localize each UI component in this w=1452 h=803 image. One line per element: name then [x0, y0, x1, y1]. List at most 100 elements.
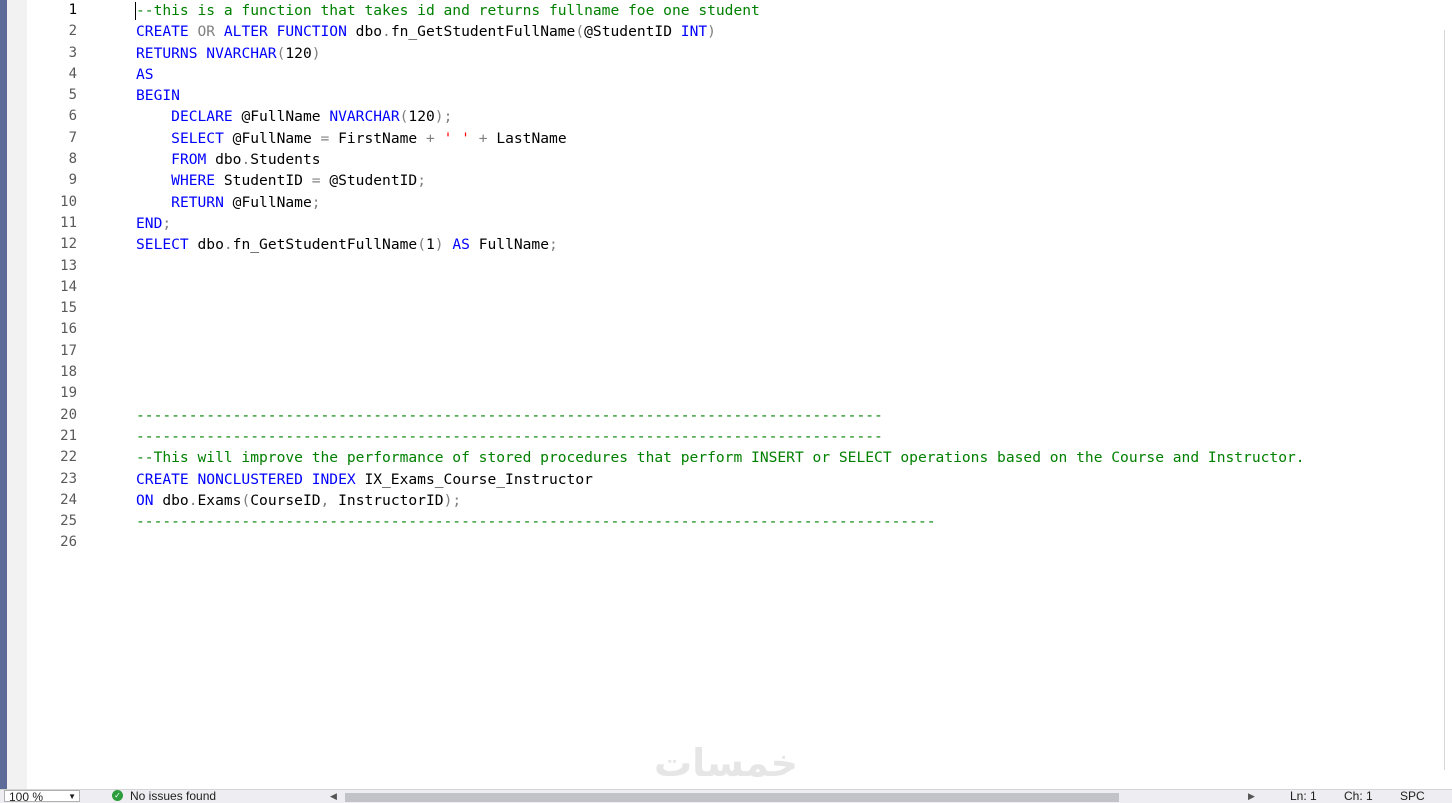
code-line[interactable]: ----------------------------------------…: [136, 426, 1432, 447]
code-token: .: [382, 23, 391, 41]
code-token: dbo: [355, 23, 383, 41]
line-number: 12: [60, 236, 77, 253]
check-circle-icon: ✓: [112, 790, 123, 801]
code-line[interactable]: [136, 362, 1432, 383]
line-number: 22: [60, 449, 77, 466]
line-number: 7: [68, 129, 77, 146]
line-number: 10: [60, 193, 77, 210]
code-line[interactable]: CREATE NONCLUSTERED INDEX IX_Exams_Cours…: [136, 469, 1432, 490]
scroll-right-arrow-icon[interactable]: ▶: [1248, 790, 1255, 802]
code-token: AS: [452, 236, 479, 254]
issues-indicator[interactable]: ✓ No issues found: [112, 790, 216, 802]
code-token: (: [417, 236, 426, 254]
code-line[interactable]: DECLARE @FullName NVARCHAR(120);: [136, 106, 1432, 127]
line-number: 20: [60, 406, 77, 423]
line-number: 21: [60, 427, 77, 444]
code-token: );: [434, 108, 453, 126]
line-number: 6: [68, 108, 77, 125]
code-token: RETURN: [171, 193, 233, 211]
code-line[interactable]: [136, 298, 1432, 319]
code-token: END: [136, 214, 163, 232]
code-line[interactable]: [136, 341, 1432, 362]
code-line[interactable]: WHERE StudentID = @StudentID;: [136, 170, 1432, 191]
whitespace-mode-indicator[interactable]: SPC: [1400, 790, 1425, 802]
code-token: NVARCHAR: [329, 108, 400, 126]
code-token: dbo: [197, 236, 224, 254]
scroll-left-arrow-icon[interactable]: ◀: [330, 790, 337, 802]
code-token: WHERE: [171, 172, 224, 190]
code-token: @FullName: [232, 193, 312, 211]
line-number: 3: [68, 44, 77, 61]
code-line[interactable]: END;: [136, 213, 1432, 234]
code-token: .: [188, 491, 198, 509]
code-token: @FullName: [232, 129, 321, 147]
code-token: dbo: [162, 491, 189, 509]
code-editor[interactable]: --this is a function that takes id and r…: [136, 0, 1432, 554]
code-line[interactable]: FROM dbo.Students: [136, 149, 1432, 170]
code-token: NVARCHAR: [206, 44, 277, 62]
line-number: 23: [60, 470, 77, 487]
code-token: (: [575, 23, 585, 41]
line-number: 5: [68, 87, 77, 104]
code-token: Exams: [197, 491, 242, 509]
horizontal-scrollbar-thumb[interactable]: [345, 793, 1119, 802]
line-number: 1: [68, 2, 77, 18]
code-token: .: [223, 236, 233, 254]
code-token: ): [434, 236, 453, 254]
code-token: CREATE: [136, 23, 198, 41]
code-line[interactable]: --this is a function that takes id and r…: [136, 0, 1432, 21]
code-line[interactable]: RETURNS NVARCHAR(120): [136, 43, 1432, 64]
line-number-gutter: 1 2 3 4 5 6 7 8 9 10 11 12 13 14 15 16 17 18 19 20 21 22 23 24 2…: [27, 0, 77, 554]
code-line[interactable]: AS: [136, 64, 1432, 85]
code-token: (: [241, 491, 251, 509]
code-token: InstructorID: [338, 491, 444, 509]
code-line[interactable]: RETURN @FullName;: [136, 192, 1432, 213]
code-line[interactable]: ----------------------------------------…: [136, 405, 1432, 426]
indicator-margin[interactable]: [7, 0, 27, 790]
code-line[interactable]: ----------------------------------------…: [136, 511, 1432, 532]
code-token: ON: [136, 491, 163, 509]
code-line[interactable]: --This will improve the performance of s…: [136, 447, 1432, 468]
code-line[interactable]: [136, 256, 1432, 277]
code-token: ALTER FUNCTION: [223, 23, 356, 41]
line-number: 16: [60, 321, 77, 338]
line-number: 13: [60, 257, 77, 274]
code-token: @StudentID: [584, 23, 681, 41]
code-token: +: [426, 129, 444, 147]
code-token: fn_GetStudentFullName: [390, 23, 576, 41]
vertical-scrollbar[interactable]: [1438, 0, 1452, 790]
code-token: ): [707, 23, 716, 41]
code-line[interactable]: [136, 277, 1432, 298]
line-number: 24: [60, 491, 77, 508]
code-line[interactable]: ON dbo.Exams(CourseID, InstructorID);: [136, 490, 1432, 511]
code-token: =: [311, 172, 330, 190]
code-token: FullName: [478, 236, 550, 254]
code-token: @FullName: [241, 108, 330, 126]
code-token: CourseID: [250, 491, 321, 509]
left-edge-strip: [0, 0, 7, 790]
code-token: INT: [680, 23, 708, 41]
code-token: .: [241, 151, 251, 169]
code-line[interactable]: [136, 319, 1432, 340]
zoom-dropdown[interactable]: 100 % ▼: [4, 790, 80, 802]
code-token: ,: [320, 491, 339, 509]
code-token: AS: [136, 65, 154, 83]
column-indicator[interactable]: Ch: 1: [1344, 790, 1373, 802]
code-token: CREATE NONCLUSTERED INDEX: [136, 470, 365, 488]
code-line[interactable]: SELECT @FullName = FirstName + ' ' + Las…: [136, 128, 1432, 149]
vertical-scrollbar-track[interactable]: [1444, 30, 1445, 770]
line-indicator[interactable]: Ln: 1: [1290, 790, 1317, 802]
code-line[interactable]: CREATE OR ALTER FUNCTION dbo.fn_GetStude…: [136, 21, 1432, 42]
code-token: Students: [250, 151, 321, 169]
code-line[interactable]: SELECT dbo.fn_GetStudentFullName(1) AS F…: [136, 234, 1432, 255]
line-number: 11: [60, 214, 77, 231]
code-line[interactable]: [136, 532, 1432, 553]
zoom-value: 100 %: [9, 790, 44, 802]
code-line[interactable]: BEGIN: [136, 85, 1432, 106]
code-token: 120: [285, 44, 312, 62]
code-token: LastName: [496, 129, 567, 147]
code-line[interactable]: [136, 383, 1432, 404]
code-token: BEGIN: [136, 87, 180, 105]
